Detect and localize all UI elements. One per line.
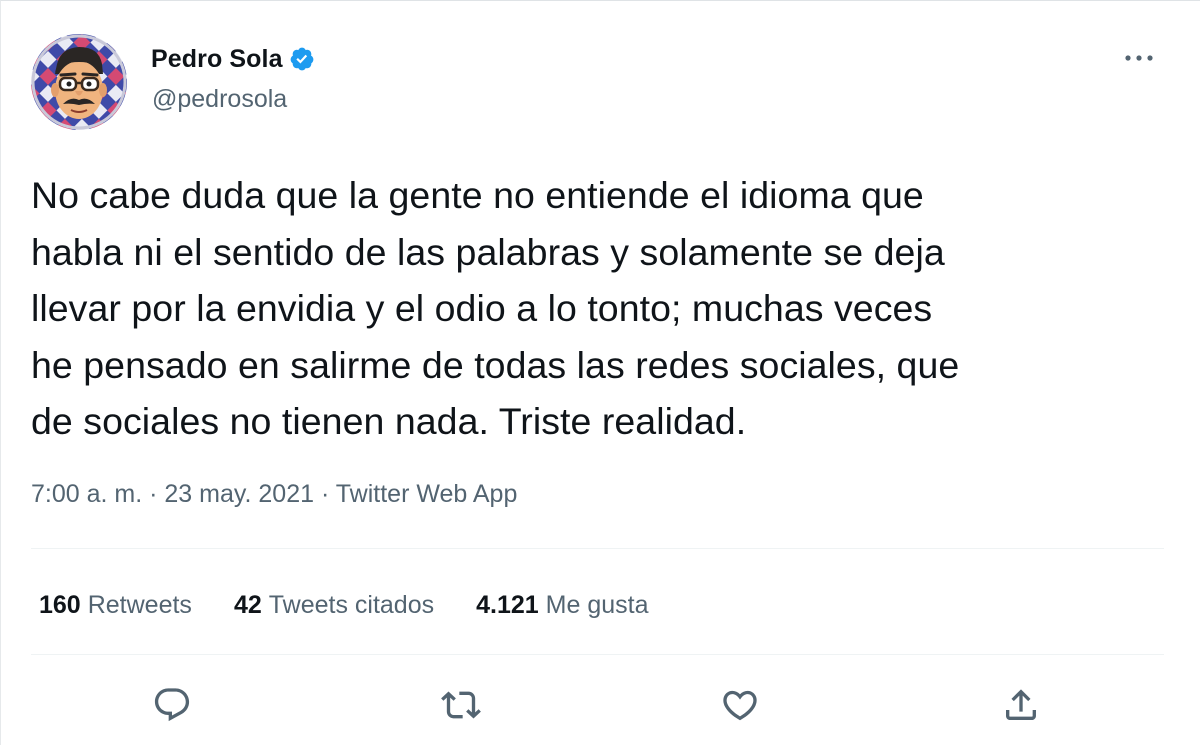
retweet-button[interactable] — [433, 677, 489, 733]
retweet-icon — [441, 691, 481, 719]
quote-tweets-stat[interactable]: 42 Tweets citados — [234, 591, 434, 620]
quote-tweets-count: 42 — [233, 590, 262, 619]
retweets-count: 160 — [39, 590, 81, 619]
share-icon — [1006, 689, 1036, 720]
divider — [31, 548, 1164, 549]
reply-icon — [154, 688, 190, 722]
more-options-button[interactable] — [1121, 43, 1157, 73]
like-button[interactable] — [712, 677, 768, 733]
retweets-label: Retweets — [87, 590, 192, 619]
author-display-name[interactable]: Pedro Sola — [151, 45, 283, 74]
tweet-card: Pedro Sola @pedrosola No cabe duda que l… — [0, 0, 1200, 745]
retweets-stat[interactable]: 160 Retweets — [39, 591, 192, 620]
tweet-actions-bar — [1, 677, 1200, 733]
tweet-stats: 160 Retweets 42 Tweets citados 4.121 Me … — [39, 587, 691, 623]
author-name-row: Pedro Sola — [151, 41, 315, 77]
avatar[interactable] — [31, 34, 127, 130]
likes-stat[interactable]: 4.121 Me gusta — [476, 591, 648, 620]
share-button[interactable] — [993, 677, 1049, 733]
tweet-text: No cabe duda que la gente no entiende el… — [31, 174, 960, 442]
verified-badge-icon — [290, 47, 313, 71]
heart-icon — [723, 690, 757, 721]
tweet-timestamp-source[interactable]: 7:00 a. m. · 23 may. 2021 · Twitter Web … — [31, 480, 517, 509]
quote-tweets-label: Tweets citados — [268, 590, 435, 619]
more-icon — [1125, 55, 1153, 61]
cartoon-avatar-icon — [31, 34, 127, 130]
author-handle[interactable]: @pedrosola — [152, 85, 287, 114]
likes-label: Me gusta — [545, 590, 649, 619]
reply-button[interactable] — [144, 677, 200, 733]
likes-count: 4.121 — [476, 590, 539, 619]
divider — [31, 654, 1164, 655]
